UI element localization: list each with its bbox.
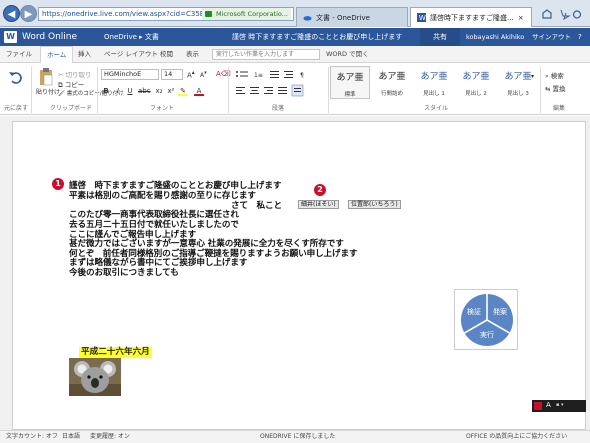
paste-button[interactable]: 貼り付け — [36, 87, 60, 96]
undo-icon[interactable] — [8, 69, 24, 85]
ribbon-divider — [540, 67, 541, 113]
font-group-label: フォント — [150, 105, 175, 112]
ribbon: 元に戻す 貼り付け ✂ 切り取り ⧉ コピー 🖌 書式のコピー/貼り付け クリッ… — [0, 63, 590, 115]
svg-text:1≡: 1≡ — [254, 72, 263, 79]
smartart-cycle[interactable]: 検証 発案 実行 — [454, 289, 518, 350]
forward-button[interactable]: ▶ — [20, 5, 37, 22]
scissors-icon: ✂ — [58, 71, 66, 79]
tab-review[interactable]: 校閲 — [160, 46, 173, 63]
editing-group-label: 編集 — [553, 105, 566, 112]
share-button[interactable]: 共有 — [420, 28, 460, 46]
style-heading-2[interactable]: あア亜 見出し 2 — [456, 66, 496, 99]
ribbon-divider — [228, 67, 229, 113]
tab-view[interactable]: 表示 — [186, 46, 199, 63]
ribbon-tabs: ファイル ホーム 挿入 ページ レイアウト 校閲 表示 実行したい作業を入力しま… — [0, 46, 590, 64]
letter-line[interactable]: 平素は格別のご高配を賜り感謝の至りに存じます — [69, 189, 256, 201]
ribbon-divider — [97, 67, 98, 113]
callout-badge-2: 2 — [314, 184, 326, 196]
lock-icon — [204, 11, 212, 17]
svg-text:W: W — [419, 13, 426, 22]
tab-onedrive[interactable]: 文書 - OneDrive — [296, 7, 408, 27]
koala-photo[interactable] — [69, 358, 121, 396]
replace-icon: ⇆ — [545, 85, 553, 93]
style-heading-3[interactable]: あア亜 見出し 3 — [498, 66, 538, 99]
ribbon-divider — [328, 67, 329, 113]
bold-button[interactable]: B — [101, 86, 111, 96]
ribbon-divider — [31, 67, 32, 113]
signout-link[interactable]: サインアウト — [532, 28, 571, 46]
svg-text:¶: ¶ — [300, 72, 304, 79]
paragraph-group-label: 段落 — [272, 105, 285, 112]
address-url: https://onedrive.live.com/view.aspx?cid=… — [42, 10, 205, 18]
paste-icon[interactable] — [38, 67, 54, 87]
callout-badge-1: 1 — [52, 178, 64, 190]
address-bar[interactable]: https://onedrive.live.com/view.aspx?cid=… — [38, 7, 294, 21]
style-normal[interactable]: あア亜 標準 — [330, 66, 370, 99]
open-in-word-button[interactable]: WORD で開く — [326, 46, 369, 63]
app-header: W Word Online OneDrive ▸ 文書 謹啓 時下ますますご隆盛… — [0, 28, 590, 46]
breadcrumb[interactable]: OneDrive ▸ 文書 — [104, 28, 159, 46]
strikethrough-button[interactable]: abc — [138, 86, 151, 96]
ime-toolbar[interactable]: A ▪ ▾ — [532, 400, 586, 412]
browser-tools-icons[interactable] — [540, 9, 584, 20]
shrink-font-button[interactable]: A▾ — [200, 70, 207, 79]
security-badge[interactable]: Microsoft Corporatio... — [201, 8, 291, 20]
app-name[interactable]: Word Online — [22, 28, 77, 46]
style-heading-1[interactable]: あア亜 見出し 1 — [414, 66, 454, 99]
paragraph-tools[interactable]: 1≡ ¶ — [234, 69, 324, 99]
tab-page-layout[interactable]: ページ レイアウト — [104, 46, 158, 63]
cut-button[interactable]: ✂ 切り取り — [58, 69, 92, 79]
tell-me-input[interactable]: 実行したい作業を入力します — [212, 49, 320, 60]
subscript-button[interactable]: x₂ — [154, 86, 164, 96]
save-status: ONEDRIVE に保存しました — [260, 433, 336, 440]
font-name-select[interactable]: HGMinchoE — [101, 69, 159, 80]
tab-home[interactable]: ホーム — [40, 46, 74, 64]
tab-insert[interactable]: 挿入 — [78, 46, 91, 63]
underline-button[interactable]: U — [125, 86, 135, 96]
user-name[interactable]: kobayashi Akihiko — [466, 28, 524, 46]
letter-line[interactable]: 今後のお取引につきましても — [69, 266, 179, 278]
style-no-spacing[interactable]: あア亜 行間詰め — [372, 66, 412, 99]
cycle-label-idea: 発案 — [493, 307, 507, 316]
furigana-field-surname[interactable]: 細井(ほそい) — [298, 200, 339, 209]
word-logo-icon: W — [4, 31, 17, 43]
document-title[interactable]: 謹啓 時下ますますご隆盛のこととお慶び申し上げます — [232, 28, 402, 46]
ime-mode-icon — [534, 402, 542, 410]
word-icon: W — [417, 13, 426, 22]
highlight-icon[interactable]: ✎ — [178, 86, 188, 96]
browser-toolbar: ◀ ▶ https://onedrive.live.com/view.aspx?… — [0, 0, 590, 27]
superscript-button[interactable]: x² — [166, 86, 176, 96]
status-bar: 文字カウント: オフ 日本語 変更履歴: オン ONEDRIVE に保存しました… — [0, 430, 590, 443]
tab-document[interactable]: W 謹啓時下ますますご隆盛... × — [410, 7, 532, 27]
font-color-icon[interactable]: A — [194, 86, 204, 96]
styles-group-label: スタイル — [424, 105, 449, 112]
italic-button[interactable]: I — [113, 86, 123, 96]
clipboard-group-label: クリップボード — [50, 105, 93, 112]
find-button[interactable]: ⌕ 検索 — [545, 70, 564, 81]
grow-font-button[interactable]: A▴ — [187, 70, 195, 79]
date-line[interactable]: 平成二十六年六月 — [79, 347, 152, 358]
cycle-label-execute: 実行 — [480, 330, 494, 339]
close-tab-icon[interactable]: × — [518, 14, 524, 22]
language-status[interactable]: 日本語 — [62, 431, 80, 443]
track-changes-status[interactable]: 変更履歴: オン — [90, 431, 130, 443]
onedrive-icon — [303, 16, 312, 21]
copy-icon: ⧉ — [58, 81, 65, 89]
font-size-select[interactable]: 14 — [161, 69, 183, 80]
help-icon[interactable]: ? — [578, 28, 582, 46]
ime-a-icon: A — [546, 401, 551, 409]
cycle-diagram: 検証 発案 実行 — [461, 294, 513, 346]
back-button[interactable]: ◀ — [3, 5, 20, 22]
brush-icon: 🖌 — [58, 91, 67, 97]
ime-settings-icon: ▪ ▾ — [556, 402, 564, 408]
cycle-label-verify: 検証 — [467, 307, 481, 316]
word-count-status[interactable]: 文字カウント: オフ — [6, 431, 58, 443]
replace-button[interactable]: ⇆ 置換 — [545, 83, 566, 93]
feedback-link[interactable]: OFFICE の品質向上にご協力ください — [466, 431, 567, 443]
tab-file[interactable]: ファイル — [6, 46, 32, 63]
styles-more-icon[interactable]: ▾ — [531, 73, 534, 80]
furigana-field-given-name[interactable]: 位置郎(いちろう) — [348, 200, 401, 209]
undo-group-label: 元に戻す — [4, 105, 29, 112]
